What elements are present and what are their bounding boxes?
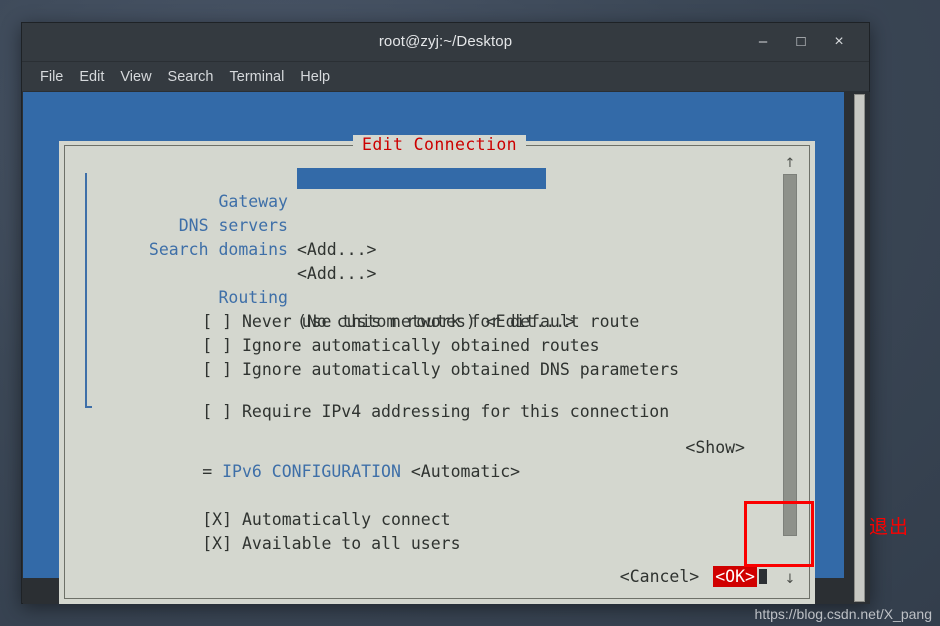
checkbox-label: Available to all users (241, 534, 461, 553)
dialog-border: Edit Connection Gateway DNS servers <Add… (64, 135, 810, 599)
terminal-canvas[interactable]: Edit Connection Gateway DNS servers <Add… (23, 92, 870, 604)
gateway-input[interactable] (297, 168, 546, 189)
watermark: https://blog.csdn.net/X_pang (754, 606, 932, 622)
menu-bar: File Edit View Search Terminal Help (22, 62, 869, 92)
dialog-title: Edit Connection (353, 135, 527, 154)
terminal-window: root@zyj:~/Desktop – □ × File Edit View … (21, 22, 870, 604)
field-label-search-domains: Search domains (148, 240, 288, 259)
scroll-down-arrow-icon[interactable]: ↓ (780, 572, 800, 588)
scroll-up-arrow-icon[interactable]: ↑ (780, 156, 800, 172)
window-title: root@zyj:~/Desktop (378, 33, 513, 50)
menu-item-search[interactable]: Search (160, 67, 222, 87)
screen: root@zyj:~/Desktop – □ × File Edit View … (0, 0, 940, 626)
dialog-scrollbar[interactable]: ↑ ↓ (780, 156, 800, 588)
terminal-scrollbar[interactable] (854, 94, 865, 602)
close-icon[interactable]: × (828, 32, 850, 52)
field-dns-servers[interactable]: DNS servers <Add...> (65, 190, 809, 259)
section-ipv6-configuration[interactable]: = IPv6 CONFIGURATION <Automatic> <Show> (83, 436, 791, 481)
checkbox-label: Require IPv4 addressing for this connect… (241, 402, 670, 421)
menu-item-terminal[interactable]: Terminal (222, 67, 293, 87)
checkbox-available-all-users[interactable]: [X] Available to all users (83, 508, 461, 580)
maximize-icon[interactable]: □ (790, 32, 812, 52)
ipv6-show-button[interactable]: <Show> (685, 436, 745, 460)
field-gateway[interactable]: Gateway (65, 166, 809, 211)
menu-item-edit[interactable]: Edit (71, 67, 112, 87)
field-routing[interactable]: Routing (No custom routes) <Edit...> (65, 262, 809, 331)
menu-item-file[interactable]: File (32, 67, 71, 87)
ok-button[interactable]: <OK> (713, 566, 757, 587)
section-label-ipv6: IPv6 CONFIGURATION (222, 462, 401, 481)
ipv6-method-value[interactable]: <Automatic> (411, 462, 520, 481)
scrollbar-thumb[interactable] (783, 174, 797, 536)
text-cursor (759, 569, 767, 584)
dns-servers-add-button[interactable]: <Add...> (297, 238, 376, 262)
annotation-exit-label: 退出 (869, 516, 910, 538)
window-titlebar[interactable]: root@zyj:~/Desktop – □ × (22, 23, 869, 62)
dialog-buttons: <Cancel> <OK> (501, 538, 767, 587)
minimize-icon[interactable]: – (752, 32, 774, 52)
checkbox-mark: [ ] (202, 402, 233, 421)
checkbox-mark: [X] (202, 534, 233, 553)
cancel-button[interactable]: <Cancel> (620, 567, 699, 586)
menu-item-view[interactable]: View (112, 67, 159, 87)
section-collapse-icon[interactable]: = (202, 462, 212, 481)
edit-connection-dialog: Edit Connection Gateway DNS servers <Add… (59, 135, 815, 604)
field-search-domains[interactable]: Search domains <Add...> (65, 214, 809, 283)
menu-item-help[interactable]: Help (292, 67, 338, 87)
